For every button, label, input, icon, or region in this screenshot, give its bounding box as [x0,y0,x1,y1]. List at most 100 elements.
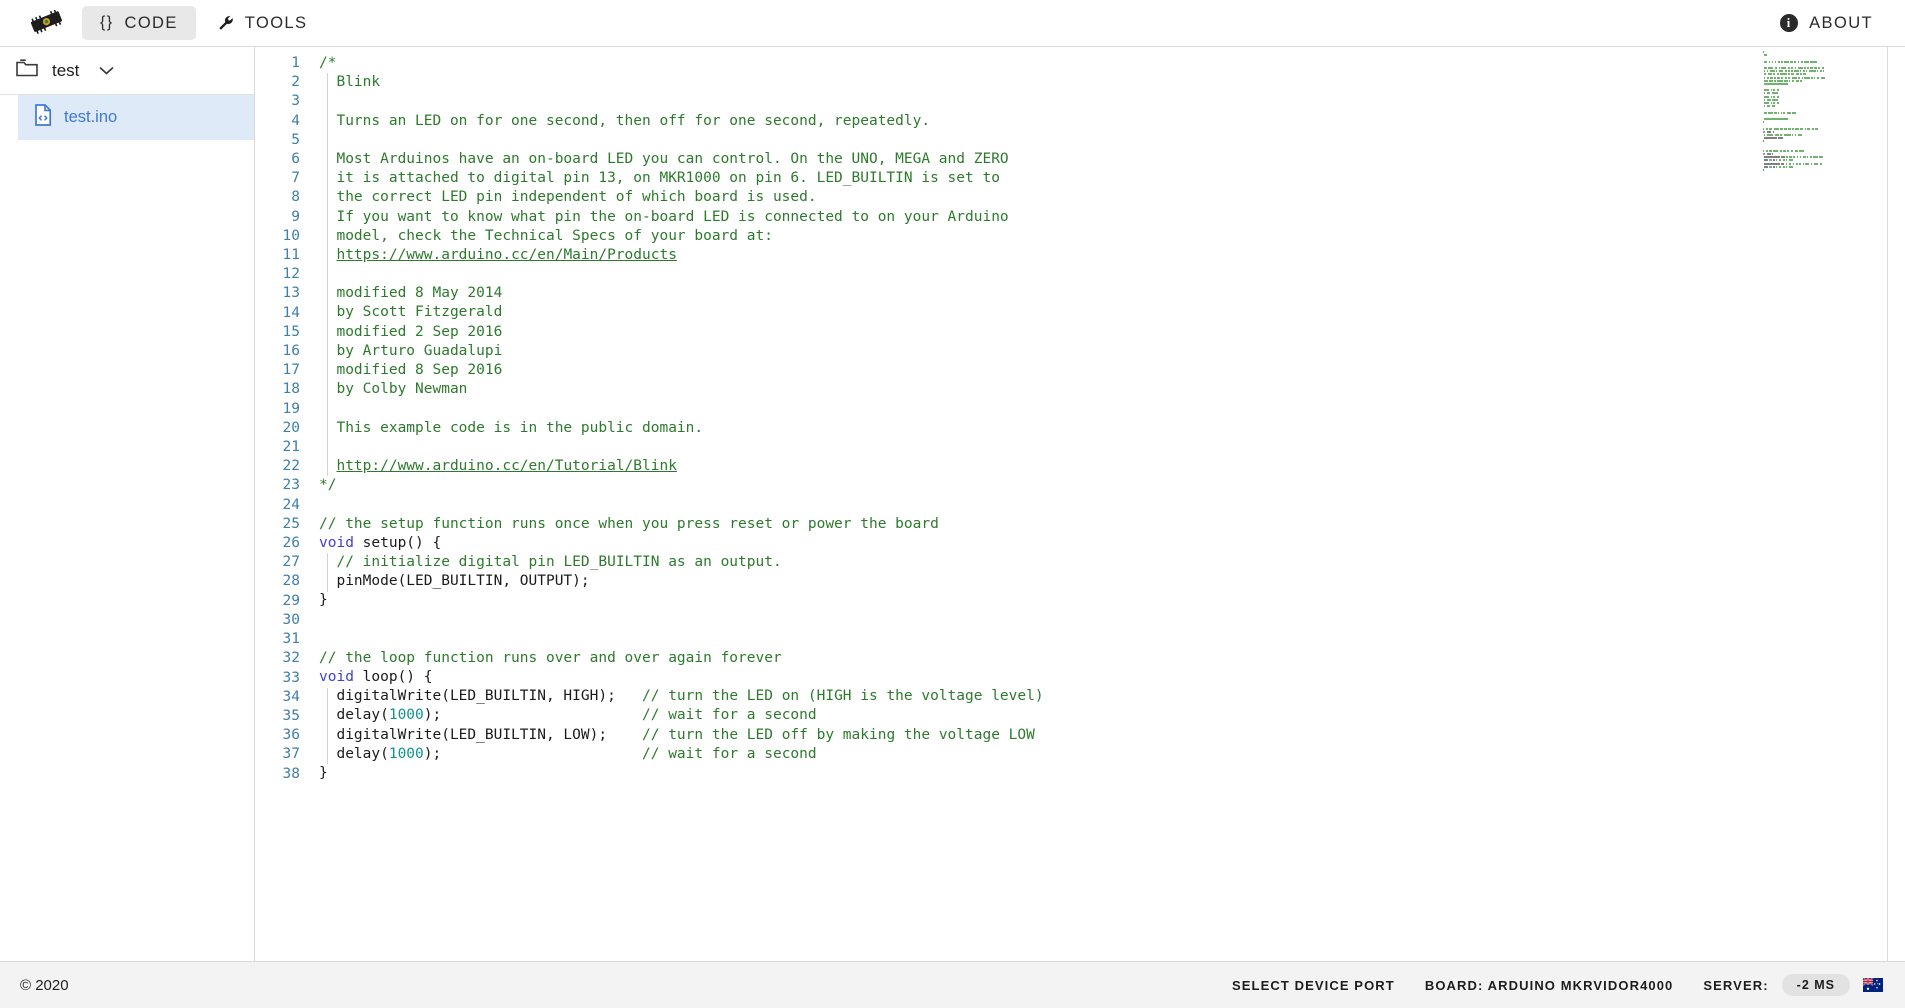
code-line: } [319,591,1887,610]
minimap-segment [1763,51,1765,53]
code-line: model, check the Technical Specs of your… [319,227,1887,246]
code-token-text: digitalWrite(LED_BUILTIN, LOW); [319,726,643,743]
code-token-text: delay( [319,745,389,762]
code-token-text: } [319,592,328,609]
line-number: 16 [282,343,300,360]
code-token-comment: the correct LED pin independent of which… [319,189,817,206]
select-device-port-button[interactable]: SELECT DEVICE PORT [1232,978,1395,993]
code-token-comment: This example code is in the public domai… [319,419,704,436]
code-line: Blink [319,73,1887,92]
code-token-comment: Most Arduinos have an on-board LED you c… [319,150,1009,167]
code-token-comment: */ [319,477,337,494]
tab-code[interactable]: {} CODE [82,6,196,40]
code-token-comment: model, check the Technical Specs of your… [319,227,773,244]
indent-guide [327,553,328,592]
braces-icon: {} [100,14,114,31]
about-button[interactable]: i ABOUT [1780,14,1881,33]
code-token-comment: Blink [319,74,381,91]
code-line: by Colby Newman [319,380,1887,399]
code-token-comment: it is attached to digital pin 13, on MKR… [319,170,1000,187]
code-line: by Scott Fitzgerald [319,303,1887,322]
folder-icon [16,58,38,83]
code-line: // initialize digital pin LED_BUILTIN as… [319,553,1887,572]
sketch-selector[interactable]: test [0,47,254,95]
line-number: 18 [282,381,300,398]
code-token-comment: // the loop function runs over and over … [319,649,782,666]
code-content[interactable]: /* Blink Turns an LED on for one second,… [311,47,1887,961]
code-line: http://www.arduino.cc/en/Tutorial/Blink [319,457,1887,476]
line-number: 23 [282,477,300,494]
editor-scrollbar[interactable] [1888,47,1905,961]
line-number: 33 [282,669,300,686]
main-tabs: {} CODE TOOLS [82,6,325,40]
code-token-number: 1000 [388,707,424,724]
code-token-number: 1000 [388,745,424,762]
line-number: 20 [282,419,300,436]
code-token-text: pinMode(LED_BUILTIN, OUTPUT); [319,573,590,590]
line-number: 28 [282,573,300,590]
wrench-icon [218,15,234,31]
code-token-comment: // wait for a second [642,707,817,724]
code-token-comment: If you want to know what pin the on-boar… [319,208,1009,225]
info-icon: i [1780,14,1799,32]
file-item-label: test.ino [64,108,118,126]
line-number: 27 [282,554,300,571]
line-number-gutter: 1 2 3 4 5 6 7 8 9 10 11 12 13 14 15 16 17 18 19 20 21 22 23 24 2… [255,47,311,961]
line-number: 21 [282,439,300,456]
line-number: 2 [291,74,300,91]
code-line: void loop() { [319,668,1887,687]
file-item-test-ino[interactable]: test.ino [18,95,254,140]
copyright-label: © 2020 [20,976,69,994]
about-label: ABOUT [1809,13,1873,32]
code-token-comment: modified 8 May 2014 [319,285,503,302]
chevron-down-icon[interactable] [99,66,114,76]
code-token-comment: // initialize digital pin LED_BUILTIN as… [336,553,782,570]
code-line: delay(1000); // wait for a second [319,745,1887,764]
code-token-keyword: void [319,534,354,551]
code-token-text: } [319,764,328,781]
code-token-text: ); [423,745,643,762]
line-number: 15 [282,323,300,340]
code-line: it is attached to digital pin 13, on MKR… [319,169,1887,188]
file-code-icon [34,104,52,131]
code-line: pinMode(LED_BUILTIN, OUTPUT); [319,572,1887,591]
code-token-link[interactable]: https://www.arduino.cc/en/Main/Products [336,247,676,263]
line-number: 17 [282,362,300,379]
main-content-row: test test.ino 1 2 3 4 5 6 7 8 9 10 11 12… [0,47,1905,961]
code-token-link[interactable]: http://www.arduino.cc/en/Tutorial/Blink [336,458,676,474]
line-number: 22 [282,458,300,475]
server-status-group: SERVER: -2 MS [1703,974,1883,996]
indent-guide [327,73,328,477]
line-number: 19 [282,400,300,417]
code-token-comment: modified 8 Sep 2016 [319,362,503,378]
code-line: // the loop function runs over and over … [319,649,1887,668]
line-number: 7 [291,170,300,187]
line-number: 11 [282,247,300,264]
code-token-text: loop() { [353,669,433,685]
line-number: 38 [282,765,300,782]
code-line: Most Arduinos have an on-board LED you c… [319,150,1887,169]
line-number: 25 [282,515,300,532]
line-number: 31 [282,631,300,648]
code-line: } [319,764,1887,783]
code-line: digitalWrite(LED_BUILTIN, HIGH); // turn… [319,687,1887,706]
code-line: If you want to know what pin the on-boar… [319,208,1887,227]
line-number: 8 [291,189,300,206]
tab-tools[interactable]: TOOLS [200,6,326,40]
code-token-comment: by Scott Fitzgerald [319,304,503,321]
line-number: 14 [282,304,300,321]
board-label: BOARD: ARDUINO MKRVIDOR4000 [1424,977,1674,993]
indent-guide [327,687,328,765]
code-token-text: delay( [319,707,389,724]
code-line: void setup() { [319,534,1887,553]
code-token-comment: // turn the LED on (HIGH is the voltage … [642,688,1044,705]
code-editor[interactable]: 1 2 3 4 5 6 7 8 9 10 11 12 13 14 15 16 17 18 19 20 21 22 23 24 2… [255,47,1888,961]
line-number: 9 [291,208,300,225]
line-number: 4 [291,112,300,129]
